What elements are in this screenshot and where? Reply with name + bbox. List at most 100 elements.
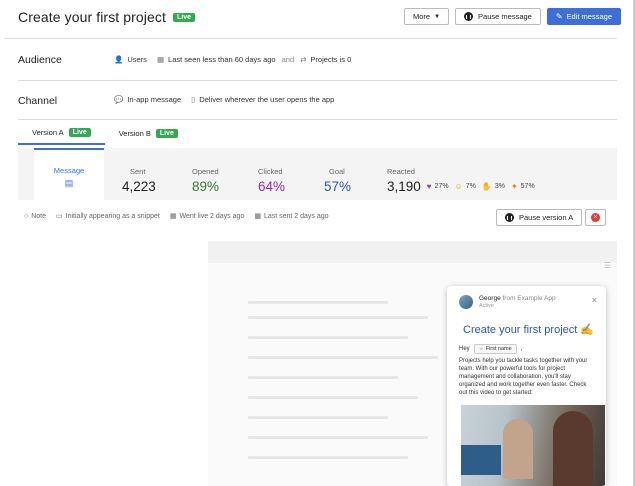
audience-rule-1-text: Last seen less than 60 days ago <box>168 55 276 64</box>
card-title: Create your first project ✍️ <box>463 324 595 336</box>
more-button[interactable]: More ▼ <box>404 8 450 25</box>
went-live-text: Went live 2 days ago <box>179 212 245 220</box>
heart-icon: ♥ <box>426 182 432 191</box>
snippet-info: ▭ Initially appearing as a snippet <box>56 212 160 221</box>
stat-sent-label: Sent <box>130 167 146 176</box>
divider <box>18 119 617 120</box>
screen-shape <box>461 445 501 475</box>
page-header: Create your first project Live More ▼ Pa… <box>18 8 621 26</box>
pause-version-label: Pause version A <box>519 213 574 222</box>
stat-goal-label: Goal <box>329 167 345 176</box>
stat-opened[interactable]: Opened 89% <box>192 148 219 200</box>
stat-sent[interactable]: Sent 4,223 <box>122 148 156 200</box>
stat-opened-value: 89% <box>192 179 220 194</box>
note-link[interactable]: ○ Note <box>24 213 46 220</box>
first-name-attribute: ⇔ First name <box>473 344 517 354</box>
bookmark-icon: ▯ <box>191 95 196 104</box>
users-icon: 👤 <box>114 55 124 64</box>
sender-status: Active <box>479 303 494 309</box>
stats-bar: Message ▤ Sent 4,223 Opened 89% Clicked … <box>18 148 617 200</box>
audience-joiner: and <box>281 55 295 64</box>
audience-users: 👤 Users <box>114 55 147 64</box>
tab-version-a-label: Version A <box>32 128 64 137</box>
preview-placeholder <box>248 301 388 304</box>
close-circle-icon: × <box>591 213 600 222</box>
stat-reacted[interactable]: Reacted 3,190 ♥ 27% ☺ 7% ✋ 3% ✦ 57% <box>387 148 535 200</box>
preview-topbar <box>208 241 617 263</box>
divider <box>18 80 617 81</box>
snippet-text: Initially appearing as a snippet <box>65 212 160 220</box>
comment-icon: ○ <box>24 212 29 220</box>
page-title: Create your first project <box>18 9 166 25</box>
party-icon: ✦ <box>510 182 518 191</box>
audience-rule-1: ▦ Last seen less than 60 days ago <box>157 55 276 64</box>
menu-icon: ☰ <box>603 261 611 270</box>
snippet-icon: ▭ <box>56 213 63 220</box>
in-app-message-card: George from Example App Active × Create … <box>447 286 606 486</box>
note-label: Note <box>31 212 47 220</box>
header-actions: More ▼ Pause message ✎ Edit message <box>404 8 621 25</box>
attribute-label: First name <box>485 346 512 352</box>
thumbs-down-icon: ✋ <box>481 182 492 191</box>
audience-rule-2-text: Projects is 0 <box>310 55 352 64</box>
channel-delivery: ▯ Deliver wherever the user opens the ap… <box>191 95 334 104</box>
video-thumbnail[interactable] <box>461 405 605 486</box>
preview-placeholder <box>248 436 428 439</box>
tab-version-b-label: Version B <box>118 129 151 138</box>
preview-placeholder <box>248 416 388 419</box>
stat-clicked[interactable]: Clicked 64% <box>258 148 285 200</box>
audience-label: Audience <box>18 54 62 66</box>
preview-placeholder <box>248 456 408 459</box>
smile-icon: ☺ <box>454 182 463 191</box>
preview-placeholder <box>248 396 418 399</box>
sender-name: George <box>479 295 501 302</box>
person-shape <box>503 419 533 479</box>
edit-message-label: Edit message <box>566 12 612 21</box>
comma: , <box>520 346 523 352</box>
edit-message-button[interactable]: ✎ Edit message <box>546 8 621 25</box>
sender-from: from Example App <box>502 295 556 302</box>
pencil-icon: ✎ <box>555 12 563 21</box>
chat-bubble-icon: 💬 <box>114 95 124 104</box>
preview-placeholder <box>248 336 408 339</box>
close-icon[interactable]: × <box>592 295 597 305</box>
link-icon: ⇔ <box>478 346 485 352</box>
reaction-breakdown: ♥ 27% ☺ 7% ✋ 3% ✦ 57% <box>427 182 535 191</box>
stat-reacted-value: 3,190 <box>387 179 421 194</box>
card-sender: George from Example App Active <box>459 295 556 309</box>
caret-down-icon: ▼ <box>434 13 441 20</box>
tab-version-b[interactable]: Version B Live <box>105 128 192 145</box>
greeting-text: Hey <box>459 346 470 352</box>
last-sent-info: ▦ Last sent 2 days ago <box>254 212 329 221</box>
pause-message-label: Pause message <box>478 12 532 21</box>
swap-icon: ⇄ <box>300 55 307 64</box>
stat-reacted-label: Reacted <box>387 167 415 176</box>
avatar <box>459 295 473 309</box>
stat-message-label: Message <box>53 166 85 175</box>
last-sent-text: Last sent 2 days ago <box>263 212 329 220</box>
preview-placeholder <box>248 316 428 319</box>
channel-label: Channel <box>18 95 58 107</box>
pause-icon <box>464 12 474 21</box>
channel-type-text: In-app message <box>127 95 182 104</box>
stat-opened-label: Opened <box>192 167 219 176</box>
preview-placeholder <box>248 376 398 379</box>
pause-version-button[interactable]: Pause version A <box>496 209 583 226</box>
went-live-info: ▦ Went live 2 days ago <box>170 212 245 221</box>
pause-message-button[interactable]: Pause message <box>455 8 541 25</box>
audience-rules: 👤 Users ▦ Last seen less than 60 days ag… <box>114 55 351 64</box>
stat-message-tab[interactable]: Message ▤ <box>34 148 104 200</box>
stat-goal[interactable]: Goal 57% <box>324 148 351 200</box>
stat-clicked-value: 64% <box>258 179 286 194</box>
channel-type: 💬 In-app message <box>114 95 181 104</box>
status-badge: Live <box>173 12 196 22</box>
audience-users-label: Users <box>127 55 147 64</box>
person-shape <box>553 411 593 486</box>
message-icon: ▤ <box>64 178 74 188</box>
tab-version-a[interactable]: Version A Live <box>18 128 105 145</box>
pause-icon <box>505 213 514 222</box>
divider <box>4 38 617 39</box>
reaction-4-pct: 57% <box>520 183 535 190</box>
delete-version-button[interactable]: × <box>585 209 606 226</box>
sender-line: George from Example App <box>479 295 556 302</box>
